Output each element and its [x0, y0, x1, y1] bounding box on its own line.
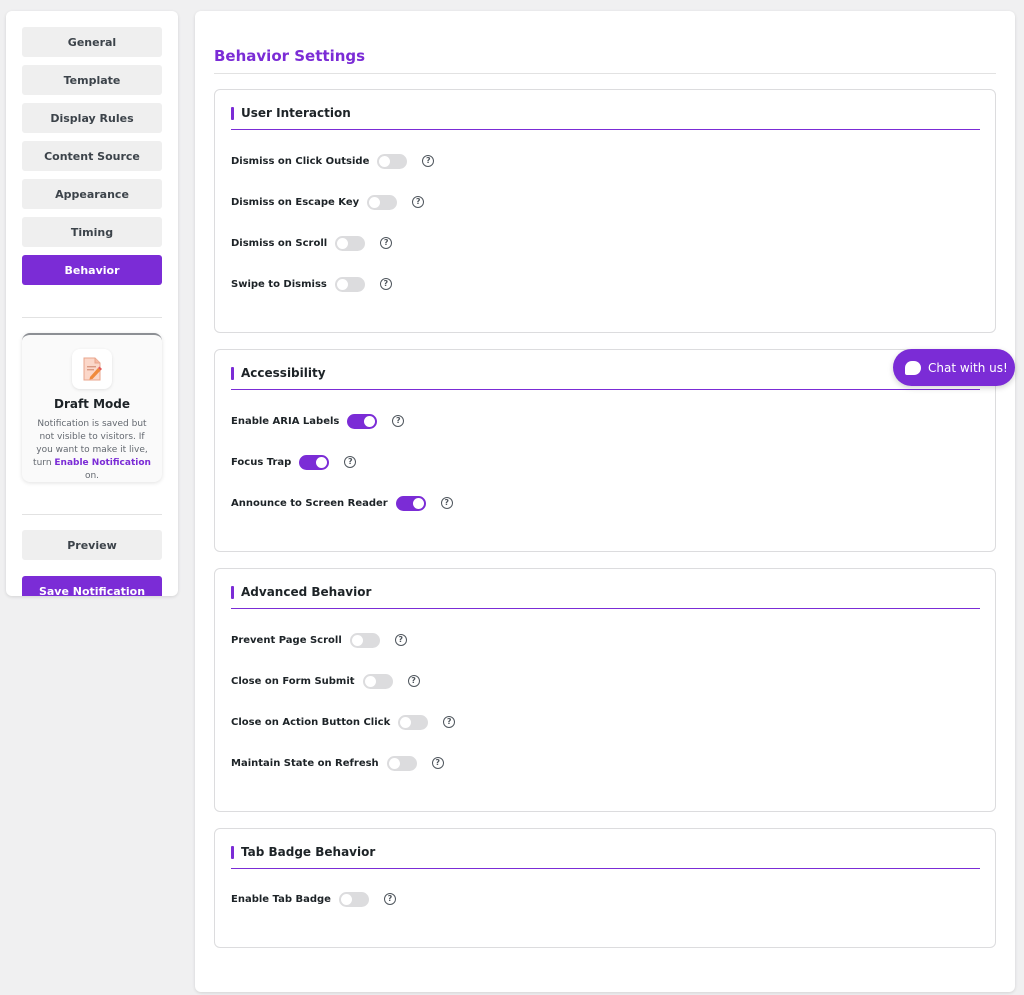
- main-panel: Behavior Settings User Interaction Dismi…: [195, 11, 1015, 992]
- setting-label: Prevent Page Scroll: [231, 634, 342, 646]
- nav-template[interactable]: Template: [22, 65, 162, 95]
- help-icon[interactable]: ?: [394, 634, 407, 646]
- section-accent-bar: [231, 846, 234, 859]
- swipe-dismiss-toggle[interactable]: [334, 276, 365, 292]
- setting-row: Enable Tab Badge?: [231, 890, 396, 908]
- nav-appearance[interactable]: Appearance: [22, 179, 162, 209]
- nav-content-source[interactable]: Content Source: [22, 141, 162, 171]
- focus-trap-toggle[interactable]: [299, 454, 330, 470]
- draft-mode-text: Notification is saved but not visible to…: [30, 418, 154, 483]
- section-advanced-behavior: Advanced Behavior Prevent Page Scroll? C…: [214, 568, 996, 812]
- section-title: Tab Badge Behavior: [241, 845, 376, 859]
- nav-display-rules[interactable]: Display Rules: [22, 103, 162, 133]
- setting-row: Enable ARIA Labels?: [231, 412, 405, 430]
- setting-label: Dismiss on Escape Key: [231, 196, 360, 208]
- draft-mode-card: Draft Mode Notification is saved but not…: [22, 333, 162, 482]
- section-user-interaction: User Interaction Dismiss on Click Outsid…: [214, 89, 996, 333]
- nav-general[interactable]: General: [22, 27, 162, 57]
- tab-badge-toggle[interactable]: [338, 891, 369, 907]
- draft-text-after: on.: [84, 471, 100, 481]
- nav-behavior[interactable]: Behavior: [22, 255, 162, 285]
- title-divider: [214, 73, 996, 74]
- setting-row: Announce to Screen Reader?: [231, 494, 453, 512]
- setting-row: Focus Trap?: [231, 453, 357, 471]
- setting-row: Close on Form Submit?: [231, 672, 420, 690]
- chat-bubble-icon: [905, 360, 921, 375]
- nav-timing[interactable]: Timing: [22, 217, 162, 247]
- prevent-scroll-toggle[interactable]: [349, 632, 380, 648]
- setting-row: Dismiss on Escape Key?: [231, 193, 425, 211]
- setting-label: Dismiss on Click Outside: [231, 155, 370, 167]
- setting-label: Announce to Screen Reader: [231, 497, 388, 509]
- sidebar-divider: [22, 514, 162, 515]
- section-header: User Interaction: [231, 105, 980, 130]
- setting-row: Prevent Page Scroll?: [231, 631, 407, 649]
- setting-label: Swipe to Dismiss: [231, 278, 327, 290]
- help-icon[interactable]: ?: [380, 237, 393, 249]
- close-form-submit-toggle[interactable]: [362, 673, 393, 689]
- setting-row: Close on Action Button Click?: [231, 713, 456, 731]
- section-title: Advanced Behavior: [241, 585, 372, 599]
- help-icon[interactable]: ?: [443, 716, 456, 728]
- dismiss-escape-toggle[interactable]: [367, 194, 398, 210]
- maintain-state-toggle[interactable]: [386, 755, 417, 771]
- section-header: Advanced Behavior: [231, 584, 980, 609]
- chat-button[interactable]: Chat with us!: [893, 349, 1015, 386]
- preview-button[interactable]: Preview: [22, 530, 162, 560]
- setting-label: Close on Form Submit: [231, 675, 355, 687]
- section-title: User Interaction: [241, 106, 351, 120]
- close-action-button-toggle[interactable]: [398, 714, 429, 730]
- page-title: Behavior Settings: [214, 47, 366, 65]
- section-header: Accessibility: [231, 365, 980, 390]
- dismiss-click-outside-toggle[interactable]: [377, 153, 408, 169]
- section-header: Tab Badge Behavior: [231, 844, 980, 869]
- enable-notification-link[interactable]: Enable Notification: [54, 458, 151, 468]
- save-notification-button[interactable]: Save Notification: [22, 576, 162, 596]
- setting-label: Maintain State on Refresh: [231, 757, 379, 769]
- setting-label: Dismiss on Scroll: [231, 237, 328, 249]
- section-accent-bar: [231, 586, 234, 599]
- help-icon[interactable]: ?: [344, 456, 357, 468]
- setting-label: Enable Tab Badge: [231, 893, 331, 905]
- help-icon[interactable]: ?: [407, 675, 420, 687]
- help-icon[interactable]: ?: [379, 278, 392, 290]
- chat-label: Chat with us!: [928, 360, 1008, 375]
- sidebar-divider: [22, 317, 162, 318]
- help-icon[interactable]: ?: [422, 155, 435, 167]
- help-icon[interactable]: ?: [440, 497, 453, 509]
- setting-row: Dismiss on Click Outside?: [231, 152, 435, 170]
- help-icon[interactable]: ?: [412, 196, 425, 208]
- setting-label: Focus Trap: [231, 456, 292, 468]
- dismiss-scroll-toggle[interactable]: [335, 235, 366, 251]
- section-accent-bar: [231, 367, 234, 380]
- setting-label: Enable ARIA Labels: [231, 415, 340, 427]
- setting-row: Dismiss on Scroll?: [231, 234, 393, 252]
- settings-sidebar: General Template Display Rules Content S…: [6, 11, 178, 596]
- setting-label: Close on Action Button Click: [231, 716, 391, 728]
- section-accent-bar: [231, 107, 234, 120]
- draft-mode-title: Draft Mode: [53, 397, 131, 411]
- section-title: Accessibility: [241, 366, 326, 380]
- screen-reader-toggle[interactable]: [395, 495, 426, 511]
- draft-icon: [72, 349, 112, 389]
- help-icon[interactable]: ?: [431, 757, 444, 769]
- section-accessibility: Accessibility Enable ARIA Labels? Focus …: [214, 349, 996, 552]
- help-icon[interactable]: ?: [392, 415, 405, 427]
- section-tab-badge-behavior: Tab Badge Behavior Enable Tab Badge?: [214, 828, 996, 948]
- help-icon[interactable]: ?: [383, 893, 396, 905]
- setting-row: Swipe to Dismiss?: [231, 275, 392, 293]
- aria-labels-toggle[interactable]: [347, 413, 378, 429]
- setting-row: Maintain State on Refresh?: [231, 754, 444, 772]
